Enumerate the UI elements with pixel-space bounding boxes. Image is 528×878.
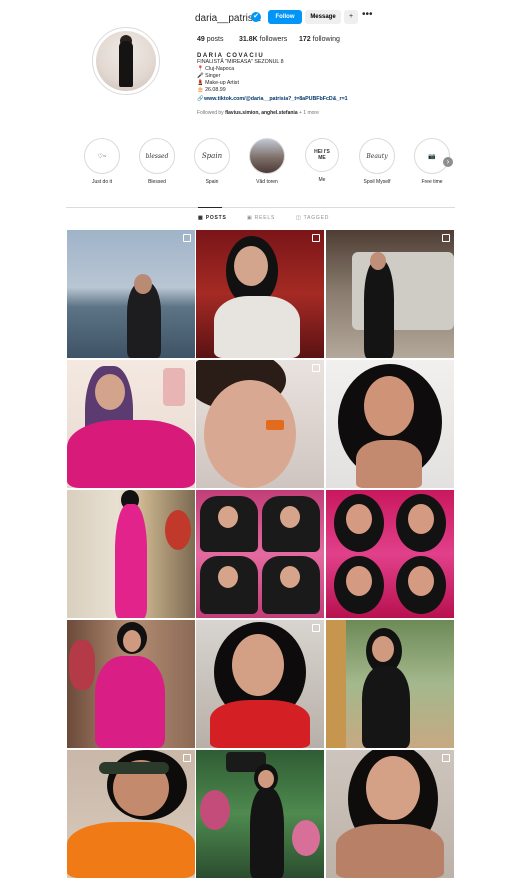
- following-count[interactable]: 172 following: [299, 36, 340, 43]
- message-button[interactable]: Message: [305, 10, 341, 24]
- bio-line: 📍 Cluj-Napoca: [197, 66, 235, 72]
- post-thumbnail[interactable]: [67, 230, 195, 358]
- highlight-cover: HEI I'S ME: [305, 138, 339, 172]
- bio-link[interactable]: www.tiktok.com/@daria__patrisia?_t=8aPUB…: [204, 96, 348, 102]
- bio-line: FINALISTĂ "MIREASA" SEZONUL 8: [197, 59, 284, 65]
- reels-icon: ▣: [247, 215, 255, 221]
- highlight-label: Free time: [421, 179, 443, 185]
- highlight-item[interactable]: Spain Spain: [192, 138, 232, 185]
- post-thumbnail[interactable]: [326, 360, 454, 488]
- multiple-posts-icon: [312, 364, 320, 372]
- tab-reels[interactable]: ▣ REELS: [247, 215, 275, 221]
- multiple-posts-icon: [183, 234, 191, 242]
- highlight-item[interactable]: HEI I'S ME Me: [302, 138, 342, 183]
- camera-icon: 📷: [414, 138, 450, 174]
- highlight-cover: [249, 138, 285, 174]
- post-thumbnail[interactable]: [326, 620, 454, 748]
- multiple-posts-icon: [183, 754, 191, 762]
- highlight-cover: ♡~: [84, 138, 120, 174]
- tabs-divider: [66, 207, 455, 208]
- avatar[interactable]: [96, 31, 156, 91]
- post-thumbnail[interactable]: [67, 360, 195, 488]
- post-thumbnail[interactable]: [326, 490, 454, 618]
- multiple-posts-icon: [442, 754, 450, 762]
- bio-line: 💄 Make-up Artist: [197, 80, 239, 86]
- highlight-label: Blessed: [148, 179, 166, 185]
- post-thumbnail[interactable]: [196, 750, 324, 878]
- followers-count[interactable]: 31.8K followers: [239, 36, 287, 43]
- active-tab-indicator: [198, 207, 222, 208]
- post-thumbnail[interactable]: [326, 230, 454, 358]
- more-options-icon[interactable]: •••: [362, 9, 373, 20]
- highlights-next-icon[interactable]: ›: [443, 157, 453, 167]
- grid-icon: ▦: [198, 215, 206, 221]
- highlight-item[interactable]: Văd toren: [247, 138, 287, 185]
- highlight-cover: blessed: [139, 138, 175, 174]
- tagged-icon: ◫: [296, 215, 304, 221]
- highlight-label: Just do it: [91, 179, 112, 185]
- post-thumbnail[interactable]: [196, 490, 324, 618]
- highlight-label: Me: [318, 177, 326, 183]
- post-thumbnail[interactable]: [196, 230, 324, 358]
- tab-posts[interactable]: ▦ POSTS: [198, 215, 227, 221]
- highlight-item[interactable]: blessed Blessed: [137, 138, 177, 185]
- multiple-posts-icon: [312, 234, 320, 242]
- add-user-icon[interactable]: +: [344, 10, 358, 24]
- highlight-item[interactable]: Beauty Spoil Myself: [357, 138, 397, 185]
- follow-button[interactable]: Follow: [268, 10, 302, 24]
- multiple-posts-icon: [312, 624, 320, 632]
- bio-line: 🎤 Singer: [197, 73, 221, 79]
- post-thumbnail[interactable]: [196, 360, 324, 488]
- post-thumbnail[interactable]: [67, 750, 195, 878]
- highlight-label: Spain: [205, 179, 219, 185]
- highlight-label: Văd toren: [256, 179, 278, 185]
- verified-icon: ✔: [251, 12, 261, 22]
- post-thumbnail[interactable]: [67, 620, 195, 748]
- post-thumbnail[interactable]: [67, 490, 195, 618]
- tab-tagged[interactable]: ◫ TAGGED: [296, 215, 329, 221]
- posts-count: 49 posts: [197, 36, 224, 43]
- multiple-posts-icon: [442, 234, 450, 242]
- highlight-cover: Beauty: [359, 138, 395, 174]
- post-thumbnail[interactable]: [196, 620, 324, 748]
- bio-line: 🎂 26.08.99: [197, 87, 226, 93]
- post-thumbnail[interactable]: [326, 750, 454, 878]
- link-icon: 🔗: [197, 96, 204, 102]
- highlight-label: Spoil Myself: [363, 179, 391, 185]
- highlight-item[interactable]: ♡~ Just do it: [82, 138, 122, 185]
- followed-by[interactable]: Followed by flavius.simion, anghel.stefa…: [197, 110, 319, 116]
- highlight-cover: Spain: [194, 138, 230, 174]
